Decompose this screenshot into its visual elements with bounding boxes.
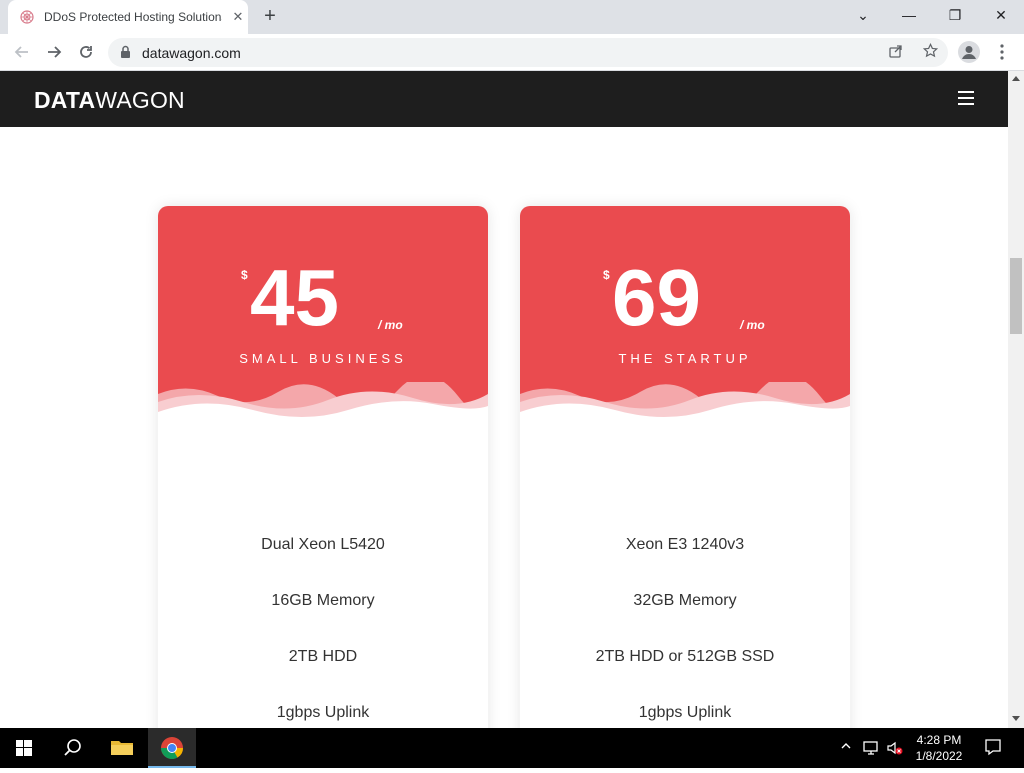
site-favicon-icon [20, 10, 34, 24]
tab-title: DDoS Protected Hosting Solutions [44, 10, 222, 24]
feature-item: 1gbps Uplink [276, 704, 370, 721]
scroll-up-arrow-icon[interactable] [1012, 76, 1020, 81]
chrome-taskbar-icon[interactable] [148, 728, 196, 768]
browser-toolbar: datawagon.com [0, 34, 1024, 71]
network-icon[interactable] [862, 740, 880, 759]
price-period: / mo [740, 318, 765, 332]
reload-icon[interactable] [74, 40, 98, 64]
plan-name: SMALL BUSINESS [239, 351, 407, 366]
lock-icon [121, 45, 130, 58]
price-value: 45 [250, 253, 339, 342]
site-logo[interactable]: DATAWAGON [34, 87, 185, 114]
address-bar[interactable]: datawagon.com [108, 38, 948, 67]
currency-symbol: $ [241, 268, 248, 282]
price-period: / mo [378, 318, 403, 332]
brand-bold-text: DATA [34, 87, 96, 113]
share-icon[interactable] [886, 43, 906, 63]
notifications-icon[interactable] [984, 738, 1002, 759]
bookmark-star-icon[interactable] [920, 42, 940, 63]
feature-item: 2TB HDD [288, 648, 358, 665]
site-navbar: DATAWAGON [0, 71, 1008, 127]
clock-time: 4:28 PM [916, 733, 962, 747]
back-arrow-icon[interactable] [10, 40, 34, 64]
windows-start-icon[interactable] [0, 728, 48, 768]
search-icon[interactable] [48, 728, 96, 768]
windows-taskbar: 4:28 PM 1/8/2022 [0, 728, 1024, 768]
price-value: 69 [612, 253, 701, 342]
feature-item: 16GB Memory [271, 592, 375, 609]
brand-light-text: WAGON [95, 87, 185, 113]
tab-search-icon[interactable]: ⌄ [840, 0, 886, 34]
clock-date: 1/8/2022 [915, 749, 963, 763]
feature-item: 1gbps Uplink [638, 704, 732, 721]
currency-symbol: $ [603, 268, 610, 282]
restore-button[interactable]: ❐ [932, 0, 978, 34]
new-tab-button[interactable]: + [258, 4, 282, 28]
forward-arrow-icon[interactable] [42, 40, 66, 64]
browser-menu-icon[interactable] [994, 43, 1010, 61]
close-window-button[interactable]: ✕ [978, 0, 1024, 34]
tray-expand-icon[interactable] [840, 740, 852, 755]
url-text: datawagon.com [142, 45, 241, 61]
tab-close-icon[interactable]: ✕ [230, 9, 246, 25]
volume-muted-icon[interactable] [886, 740, 904, 759]
wave-decoration [520, 382, 850, 442]
file-explorer-icon[interactable] [98, 728, 146, 768]
profile-avatar-icon[interactable] [958, 41, 980, 63]
pricing-card-small-business: $ 45 / mo SMALL BUSINESS Dual Xeon L5420… [158, 206, 488, 728]
feature-item: 32GB Memory [633, 592, 737, 609]
page-viewport: DATAWAGON $ 45 / mo SMALL BUSINESS Dual … [0, 71, 1008, 728]
feature-item: Xeon E3 1240v3 [625, 536, 745, 553]
tab-strip: DDoS Protected Hosting Solutions ✕ + ⌄ —… [0, 0, 1024, 34]
feature-item: Dual Xeon L5420 [261, 536, 385, 553]
page-scrollbar[interactable] [1008, 71, 1024, 728]
feature-item: 2TB HDD or 512GB SSD [595, 648, 775, 665]
pricing-card-startup: $ 69 / mo THE STARTUP Xeon E3 1240v3 32G… [520, 206, 850, 728]
minimize-button[interactable]: — [886, 0, 932, 34]
wave-decoration [158, 382, 488, 442]
browser-tab[interactable]: DDoS Protected Hosting Solutions ✕ [8, 0, 248, 34]
scrollbar-thumb[interactable] [1010, 258, 1022, 334]
plan-name: THE STARTUP [618, 351, 752, 366]
taskbar-clock[interactable]: 4:28 PM 1/8/2022 [908, 732, 970, 764]
scroll-down-arrow-icon[interactable] [1012, 716, 1020, 721]
hamburger-menu-icon[interactable] [958, 91, 974, 105]
